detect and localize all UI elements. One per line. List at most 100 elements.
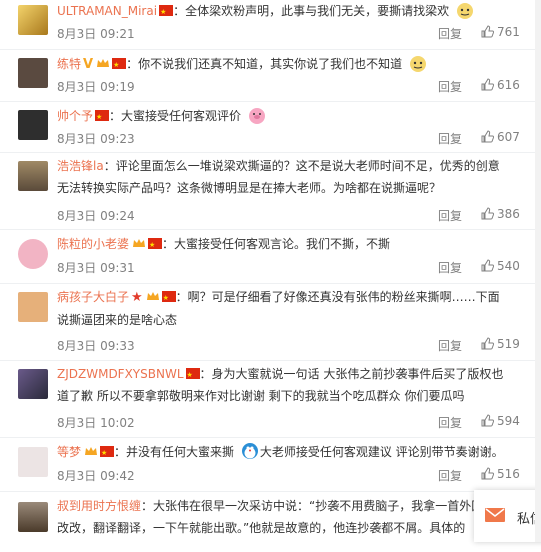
- thumbs-up-icon: [481, 25, 495, 38]
- avatar[interactable]: [18, 5, 48, 35]
- like-count: 594: [497, 414, 520, 428]
- comment-item: 帅个予 ：大蜜接受任何客观评价 8月3日 09:23 回复 607: [0, 102, 541, 153]
- avatar[interactable]: [18, 239, 48, 269]
- reply-button[interactable]: 回复: [438, 25, 462, 42]
- comment-item: 陈粒的小老婆：大蜜接受任何客观言论。我们不撕，不撕 8月3日 09:31 回复 …: [0, 230, 541, 284]
- comment-body: ：你不说我们还真不知道，其实你说了我们也不知道: [126, 57, 403, 71]
- pig-emoji-icon: [248, 108, 265, 124]
- comment-item: 等梦 ：并没有任何大蜜来撕 大老师接受任何客观建议 评论别带节奏谢谢。 8月3日 …: [0, 438, 541, 492]
- comment-item: 病孩子大白子★：啊？可是仔细看了好像还真没有张伟的粉丝来撕啊……下面说撕逼团来的…: [0, 284, 541, 361]
- username-link[interactable]: 陈粒的小老婆: [57, 237, 129, 251]
- thumbs-up-icon: [481, 130, 495, 143]
- comment-time: 8月3日 09:21: [57, 27, 135, 41]
- avatar[interactable]: [18, 502, 48, 532]
- reply-button[interactable]: 回复: [438, 467, 462, 484]
- comment-item: 浩浩锋la：评论里面怎么一堆说梁欢撕逼的？这不是说大老师时间不足，优秀的创意无法…: [0, 153, 541, 230]
- thumbs-up-icon: [481, 414, 495, 427]
- china-flag-icon: [95, 106, 110, 128]
- comment-text: 帅个予 ：大蜜接受任何客观评价: [57, 105, 511, 128]
- like-button[interactable]: 616: [481, 78, 520, 92]
- avatar[interactable]: [18, 161, 48, 191]
- like-button[interactable]: 761: [481, 25, 520, 39]
- like-button[interactable]: 607: [481, 130, 520, 144]
- comment-text: ZJDZWMDFXYSBNWL：身为大蜜就说一句话 大张伟之前抄袭事件后买了版权…: [57, 363, 511, 407]
- reply-button[interactable]: 回复: [438, 414, 462, 431]
- thumbs-up-icon: [481, 259, 495, 272]
- like-count: 761: [497, 25, 520, 39]
- username-link[interactable]: 叔到用时方恨缠: [57, 499, 141, 513]
- comment-body-continued: 大老师接受任何客观建议 评论别带节奏谢谢。: [259, 445, 504, 459]
- china-flag-icon: [159, 1, 174, 23]
- doraemon-emoji-icon: [241, 443, 258, 459]
- china-flag-icon: [112, 54, 127, 76]
- username-link[interactable]: ZJDZWMDFXYSBNWL: [57, 367, 184, 381]
- doge-emoji-icon: [409, 56, 426, 72]
- username-link[interactable]: 等梦: [57, 445, 81, 459]
- crown-icon: [85, 447, 98, 455]
- comment-time: 8月3日 09:42: [57, 469, 135, 483]
- comment-time: 8月3日 09:19: [57, 80, 135, 94]
- like-count: 519: [497, 337, 520, 351]
- comment-item: ULTRAMAN_Mirai ：全体梁欢粉声明，此事与我们无关，要撕请找梁欢 8月…: [0, 0, 541, 50]
- thumbs-up-icon: [481, 467, 495, 480]
- star-badge-icon: ★: [131, 290, 143, 305]
- comment-text: 浩浩锋la：评论里面怎么一堆说梁欢撕逼的？这不是说大老师时间不足，优秀的创意无法…: [57, 155, 511, 199]
- like-button[interactable]: 519: [481, 337, 520, 351]
- comment-item: 叔到用时方恨缠：大张伟在很早一次采访中说：“抄袭不用费脑子，我拿一首外国歌，改改…: [0, 492, 541, 552]
- avatar[interactable]: [18, 369, 48, 399]
- thumbs-up-icon: [481, 337, 495, 350]
- thumbs-up-icon: [481, 78, 495, 91]
- avatar[interactable]: [18, 292, 48, 322]
- reply-button[interactable]: 回复: [438, 337, 462, 354]
- username-link[interactable]: 帅个予: [57, 109, 93, 123]
- avatar[interactable]: [18, 58, 48, 88]
- comment-time: 8月3日 09:31: [57, 261, 135, 275]
- comment-text: 叔到用时方恨缠：大张伟在很早一次采访中说：“抄袭不用费脑子，我拿一首外国歌，改改…: [57, 495, 511, 539]
- username-link[interactable]: 浩浩锋la: [57, 159, 104, 173]
- thumbs-up-icon: [481, 207, 495, 220]
- reply-button[interactable]: 回复: [438, 78, 462, 95]
- comment-item: ZJDZWMDFXYSBNWL：身为大蜜就说一句话 大张伟之前抄袭事件后买了版权…: [0, 361, 541, 438]
- comment-text: 练特V ：你不说我们还真不知道，其实你说了我们也不知道: [57, 53, 511, 76]
- comment-body: ：大蜜接受任何客观言论。我们不撕，不撕: [162, 237, 391, 251]
- like-count: 616: [497, 78, 520, 92]
- comment-time: 8月3日 09:24: [57, 209, 135, 223]
- crown-icon: [133, 239, 146, 247]
- comment-time: 8月3日 10:02: [57, 416, 135, 430]
- china-flag-icon: [161, 287, 176, 309]
- like-button[interactable]: 516: [481, 467, 520, 481]
- crown-icon: [146, 292, 159, 300]
- avatar[interactable]: [18, 447, 48, 477]
- comment-item: 练特V ：你不说我们还真不知道，其实你说了我们也不知道 8月3日 09:19 回复…: [0, 50, 541, 102]
- scrollbar[interactable]: [535, 0, 541, 542]
- comment-body: ：大蜜接受任何客观评价: [109, 109, 242, 123]
- verified-icon: V: [83, 57, 94, 72]
- reply-button[interactable]: 回复: [438, 259, 462, 276]
- like-button[interactable]: 386: [481, 207, 520, 221]
- private-message-button[interactable]: 私信: [474, 490, 541, 542]
- reply-button[interactable]: 回复: [438, 207, 462, 224]
- comment-body: ：评论里面怎么一堆说梁欢撕逼的？这不是说大老师时间不足，优秀的创意无法转换实际产…: [57, 159, 500, 195]
- comment-text: 陈粒的小老婆 ：大蜜接受任何客观言论。我们不撕，不撕: [57, 233, 511, 256]
- like-count: 516: [497, 467, 520, 481]
- comment-text: ULTRAMAN_Mirai ：全体梁欢粉声明，此事与我们无关，要撕请找梁欢: [57, 0, 511, 23]
- like-button[interactable]: 540: [481, 259, 520, 273]
- like-button[interactable]: 594: [481, 414, 520, 428]
- like-count: 540: [497, 259, 520, 273]
- comment-text: 等梦 ：并没有任何大蜜来撕 大老师接受任何客观建议 评论别带节奏谢谢。: [57, 441, 511, 464]
- comment-text: 病孩子大白子★：啊？可是仔细看了好像还真没有张伟的粉丝来撕啊……下面说撕逼团来的…: [57, 286, 511, 331]
- reply-button[interactable]: 回复: [438, 130, 462, 147]
- like-count: 386: [497, 207, 520, 221]
- like-count: 607: [497, 130, 520, 144]
- comment-list: ULTRAMAN_Mirai ：全体梁欢粉声明，此事与我们无关，要撕请找梁欢 8月…: [0, 0, 541, 552]
- comment-time: 8月3日 09:33: [57, 339, 135, 353]
- avatar[interactable]: [18, 110, 48, 140]
- china-flag-icon: [148, 234, 163, 256]
- username-link[interactable]: 练特: [57, 57, 81, 71]
- comment-body: ：全体梁欢粉声明，此事与我们无关，要撕请找梁欢: [173, 4, 450, 18]
- username-link[interactable]: ULTRAMAN_Mirai: [57, 4, 157, 18]
- comment-body: ：并没有任何大蜜来撕: [114, 445, 235, 459]
- china-flag-icon: [185, 364, 200, 386]
- username-link[interactable]: 病孩子大白子: [57, 290, 129, 304]
- comment-time: 8月3日 09:23: [57, 132, 135, 146]
